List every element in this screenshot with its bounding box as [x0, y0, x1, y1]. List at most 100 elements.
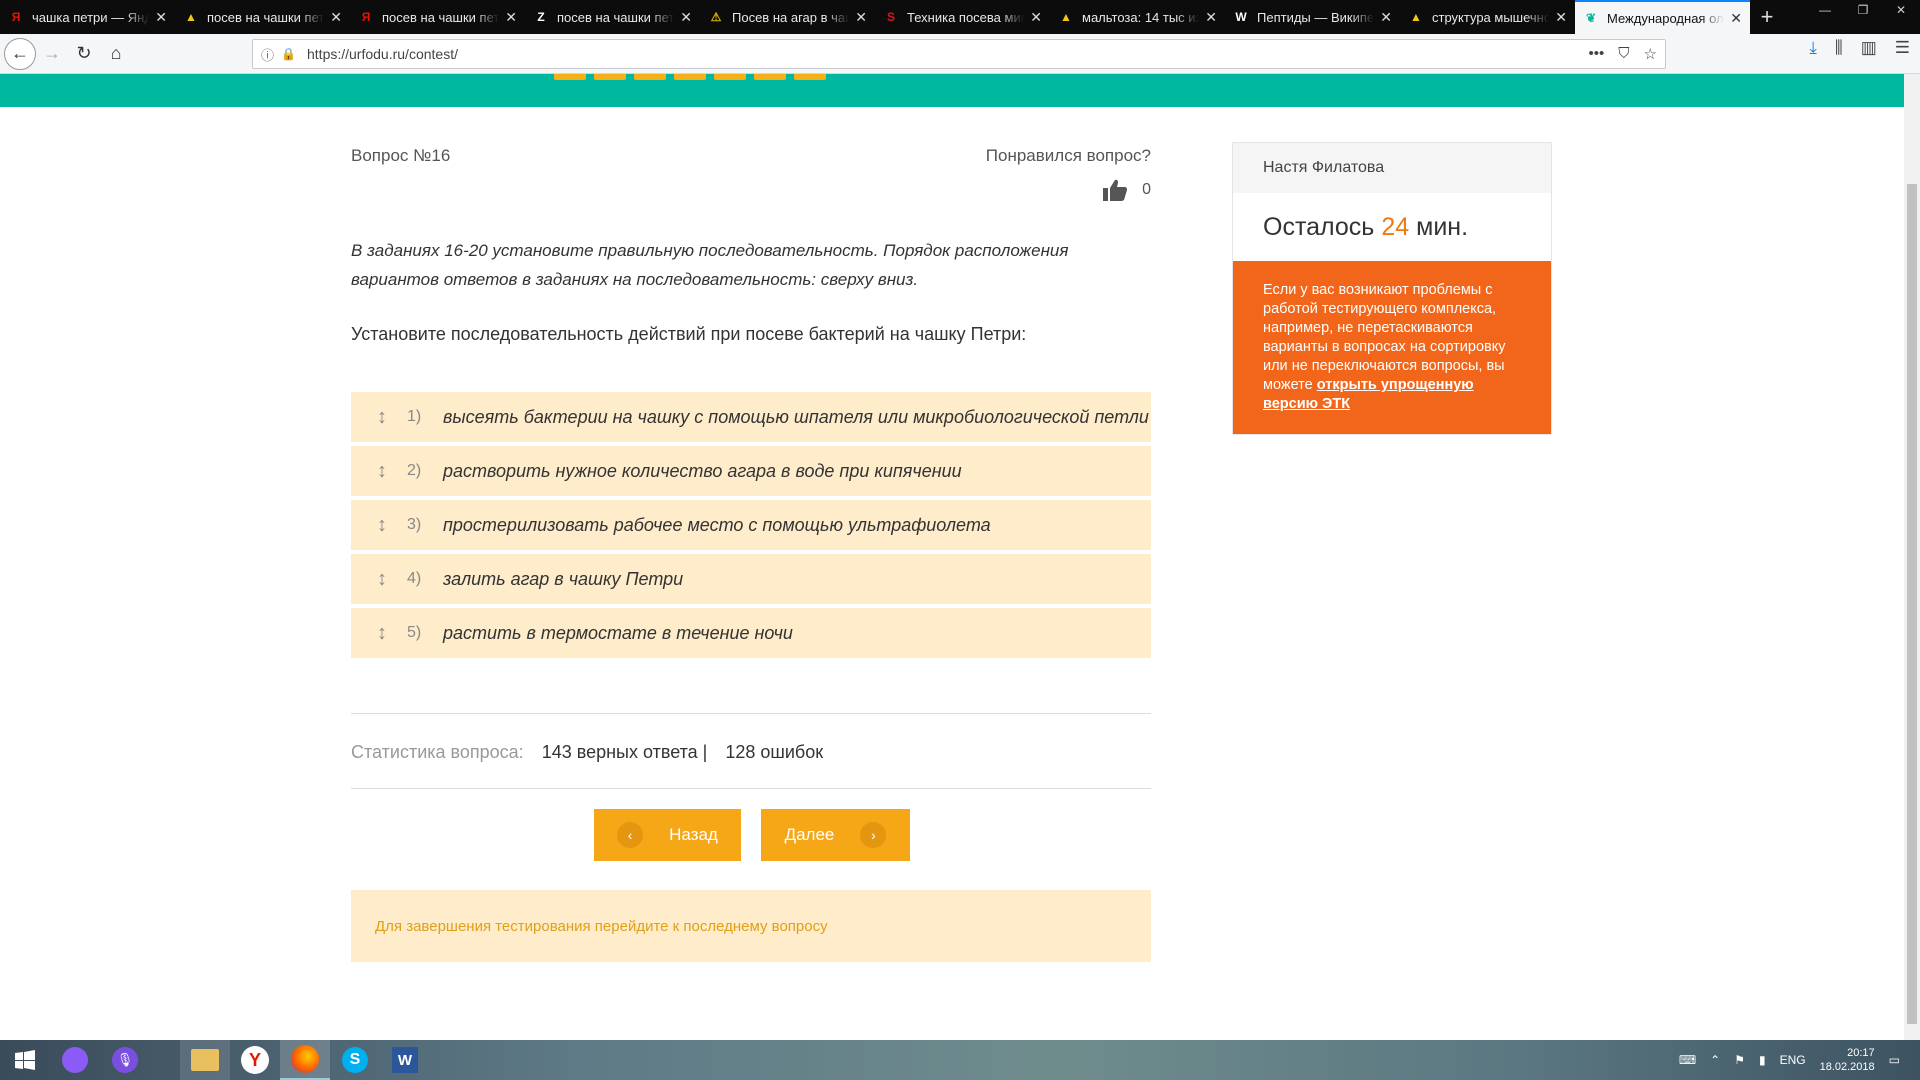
restore-icon[interactable]: ❐ [1844, 0, 1882, 22]
sortable-option[interactable]: ↕ 3) простерилизовать рабочее место с по… [351, 500, 1151, 550]
voice-button[interactable]: 🎙 [100, 1040, 150, 1080]
url-text[interactable]: https://urfodu.ru/contest/ [307, 46, 458, 62]
downloads-icon[interactable]: ⤓ [1809, 38, 1817, 58]
tab-title: чашка петри — Яндекс [32, 9, 150, 25]
home-button[interactable]: ⌂ [100, 38, 132, 70]
language-indicator[interactable]: ENG [1780, 1053, 1806, 1067]
flag-icon[interactable]: ⚑ [1734, 1053, 1745, 1067]
tab-favicon-icon: Я [361, 10, 371, 24]
browser-tab[interactable]: Япосев на чашки петри ✕ [350, 0, 525, 34]
browser-tab[interactable]: W Пептиды — Википедия ✕ [1225, 0, 1400, 34]
previous-button[interactable]: ‹ Назад [594, 809, 741, 861]
scrollbar-thumb[interactable] [1907, 184, 1917, 1024]
tab-favicon-icon: S [886, 10, 895, 24]
address-bar[interactable]: ⓘ 🔒 https://urfodu.ru/contest/ ••• ⛉ ☆ [252, 39, 1666, 69]
tab-close-icon[interactable]: ✕ [505, 9, 517, 26]
question-dot[interactable] [674, 74, 706, 80]
browser-tab[interactable]: S Техника посева микро ✕ [875, 0, 1050, 34]
drag-handle-icon[interactable]: ↕ [369, 568, 395, 591]
tab-title: Пептиды — Википедия [1257, 9, 1374, 25]
alice-assistant-button[interactable] [50, 1040, 100, 1080]
new-tab-button[interactable]: + [1750, 0, 1784, 34]
tab-close-icon[interactable]: ✕ [1205, 9, 1217, 26]
drag-handle-icon[interactable]: ↕ [369, 406, 395, 429]
tab-close-icon[interactable]: ✕ [330, 9, 342, 26]
tab-close-icon[interactable]: ✕ [155, 9, 167, 26]
question-dot[interactable] [754, 74, 786, 80]
chevron-right-icon: › [860, 822, 887, 848]
timer-suffix: мин. [1416, 212, 1469, 241]
browser-tab[interactable]: ▲ структура мышечной ✕ [1400, 0, 1575, 34]
page-scrollbar[interactable] [1904, 74, 1920, 1040]
clock[interactable]: 20:17 18.02.2018 [1820, 1046, 1875, 1074]
start-button[interactable] [0, 1040, 50, 1080]
timer-value: 24 [1381, 212, 1410, 241]
word-icon: W [392, 1047, 418, 1073]
question-dot[interactable] [554, 74, 586, 80]
question-dot[interactable] [594, 74, 626, 80]
thumbs-up-icon[interactable] [1102, 178, 1128, 202]
drag-handle-icon[interactable]: ↕ [369, 514, 395, 537]
question-text: Установите последовательность действий п… [351, 324, 1027, 344]
tray-expand-icon[interactable]: ⌃ [1710, 1053, 1720, 1067]
question-nav-dots [554, 74, 826, 80]
web-page: Вопрос №16 Понравился вопрос? 0 В задани… [0, 74, 1904, 1040]
tab-close-icon[interactable]: ✕ [1555, 9, 1567, 26]
notifications-icon[interactable]: ▭ [1889, 1053, 1900, 1067]
browser-tab[interactable]: ▲ мальтоза: 14 тыс изоб ✕ [1050, 0, 1225, 34]
tab-close-icon[interactable]: ✕ [1030, 9, 1042, 26]
minimize-icon[interactable]: — [1806, 0, 1844, 22]
browser-tab-strip: Ячашка петри — Яндекс ✕ ▲ посев на чашки пе… [0, 0, 1920, 34]
sortable-option[interactable]: ↕ 2) растворить нужное количество агара … [351, 446, 1151, 496]
keyboard-icon[interactable]: ⌨ [1679, 1053, 1696, 1067]
windows-logo-icon [15, 1050, 35, 1070]
question-dot[interactable] [714, 74, 746, 80]
divider [351, 713, 1151, 714]
skype-button[interactable]: S [330, 1040, 380, 1080]
sidebar-toggle-icon[interactable]: ▥ [1861, 38, 1877, 58]
tab-close-icon[interactable]: ✕ [680, 9, 692, 26]
close-window-icon[interactable]: ✕ [1882, 0, 1920, 22]
info-icon[interactable]: ⓘ [261, 45, 281, 64]
correct-count: 143 верных ответа | [541, 742, 708, 762]
browser-tab[interactable]: ❦ Международная олимп ✕ [1575, 0, 1750, 34]
clock-date: 18.02.2018 [1819, 1061, 1875, 1073]
next-button[interactable]: Далее › [761, 809, 910, 861]
sortable-option[interactable]: ↕ 5) растить в термостате в течение ночи [351, 608, 1151, 658]
yandex-browser-button[interactable]: Y [230, 1040, 280, 1080]
microphone-icon: 🎙 [112, 1047, 138, 1073]
forward-button[interactable]: → [36, 38, 68, 70]
drag-handle-icon[interactable]: ↕ [369, 460, 395, 483]
reload-button[interactable]: ↻ [68, 38, 100, 70]
system-tray: ⌨ ⌃ ⚑ ▮ ENG 20:17 18.02.2018 ▭ [1679, 1040, 1920, 1080]
browser-tab[interactable]: Ячашка петри — Яндекс ✕ [0, 0, 175, 34]
bookmark-star-icon[interactable]: ☆ [1644, 45, 1657, 63]
like-count: 0 [1142, 181, 1151, 198]
drag-handle-icon[interactable]: ↕ [369, 622, 395, 645]
browser-tab[interactable]: Zпосев на чашки петри ✕ [525, 0, 700, 34]
question-dot[interactable] [634, 74, 666, 80]
network-icon[interactable]: ▮ [1759, 1053, 1766, 1067]
option-number: 5) [407, 624, 422, 641]
page-actions-icon[interactable]: ••• [1589, 45, 1605, 63]
info-panel: Настя Филатова Осталось 24 мин. Если у в… [1232, 142, 1552, 435]
browser-tab[interactable]: ⚠ Посев на агар в чашки ✕ [700, 0, 875, 34]
sortable-option[interactable]: ↕ 1) высеять бактерии на чашку с помощью… [351, 392, 1151, 442]
option-text: простерилизовать рабочее место с помощью… [443, 514, 991, 535]
timer: Осталось 24 мин. [1233, 193, 1551, 261]
file-explorer-button[interactable] [180, 1040, 230, 1080]
browser-tab[interactable]: ▲ посев на чашки петри ✕ [175, 0, 350, 34]
tab-favicon-icon: ▲ [1060, 10, 1072, 24]
tab-favicon-icon: ▲ [1410, 10, 1422, 24]
sortable-option[interactable]: ↕ 4) залить агар в чашку Петри [351, 554, 1151, 604]
tab-close-icon[interactable]: ✕ [1380, 9, 1392, 26]
back-button[interactable]: ← [4, 37, 36, 70]
tab-close-icon[interactable]: ✕ [855, 9, 867, 26]
firefox-button[interactable] [280, 1040, 330, 1080]
word-button[interactable]: W [380, 1040, 430, 1080]
menu-icon[interactable]: ☰ [1895, 38, 1910, 58]
pocket-icon[interactable]: ⛉ [1618, 45, 1629, 63]
library-icon[interactable]: ⫼ [1835, 38, 1843, 58]
tab-close-icon[interactable]: ✕ [1730, 10, 1742, 27]
question-dot[interactable] [794, 74, 826, 80]
